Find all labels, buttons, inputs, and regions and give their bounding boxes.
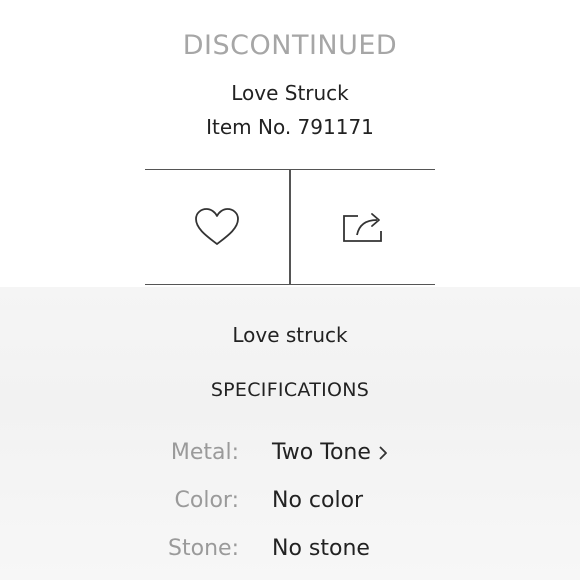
spec-value[interactable]: Two Tone	[272, 440, 388, 465]
share-button[interactable]	[291, 170, 435, 284]
heart-icon	[195, 208, 240, 245]
favorite-button[interactable]	[145, 170, 289, 284]
spec-row-metal[interactable]: Metal: Two Tone	[0, 440, 580, 474]
product-page: DISCONTINUED Love Struck Item No. 791171…	[0, 0, 580, 580]
spec-value: No color	[272, 488, 364, 513]
specifications-heading: SPECIFICATIONS	[210, 379, 370, 401]
discontinued-status: DISCONTINUED	[182, 30, 398, 61]
spec-value: No stone	[272, 536, 370, 561]
spec-label: Metal:	[170, 440, 239, 465]
spec-row-color: Color: No color	[0, 488, 580, 522]
spec-value-text: Two Tone	[272, 440, 371, 465]
share-icon	[342, 213, 382, 242]
item-number: Item No. 791171	[206, 115, 374, 139]
action-bar	[145, 169, 435, 285]
product-description: Love struck	[232, 323, 348, 347]
spec-row-stone: Stone: No stone	[0, 536, 580, 570]
product-name: Love Struck	[231, 81, 349, 105]
spec-label: Color:	[174, 488, 239, 513]
chevron-right-icon	[379, 446, 387, 460]
spec-label: Stone:	[168, 536, 239, 561]
